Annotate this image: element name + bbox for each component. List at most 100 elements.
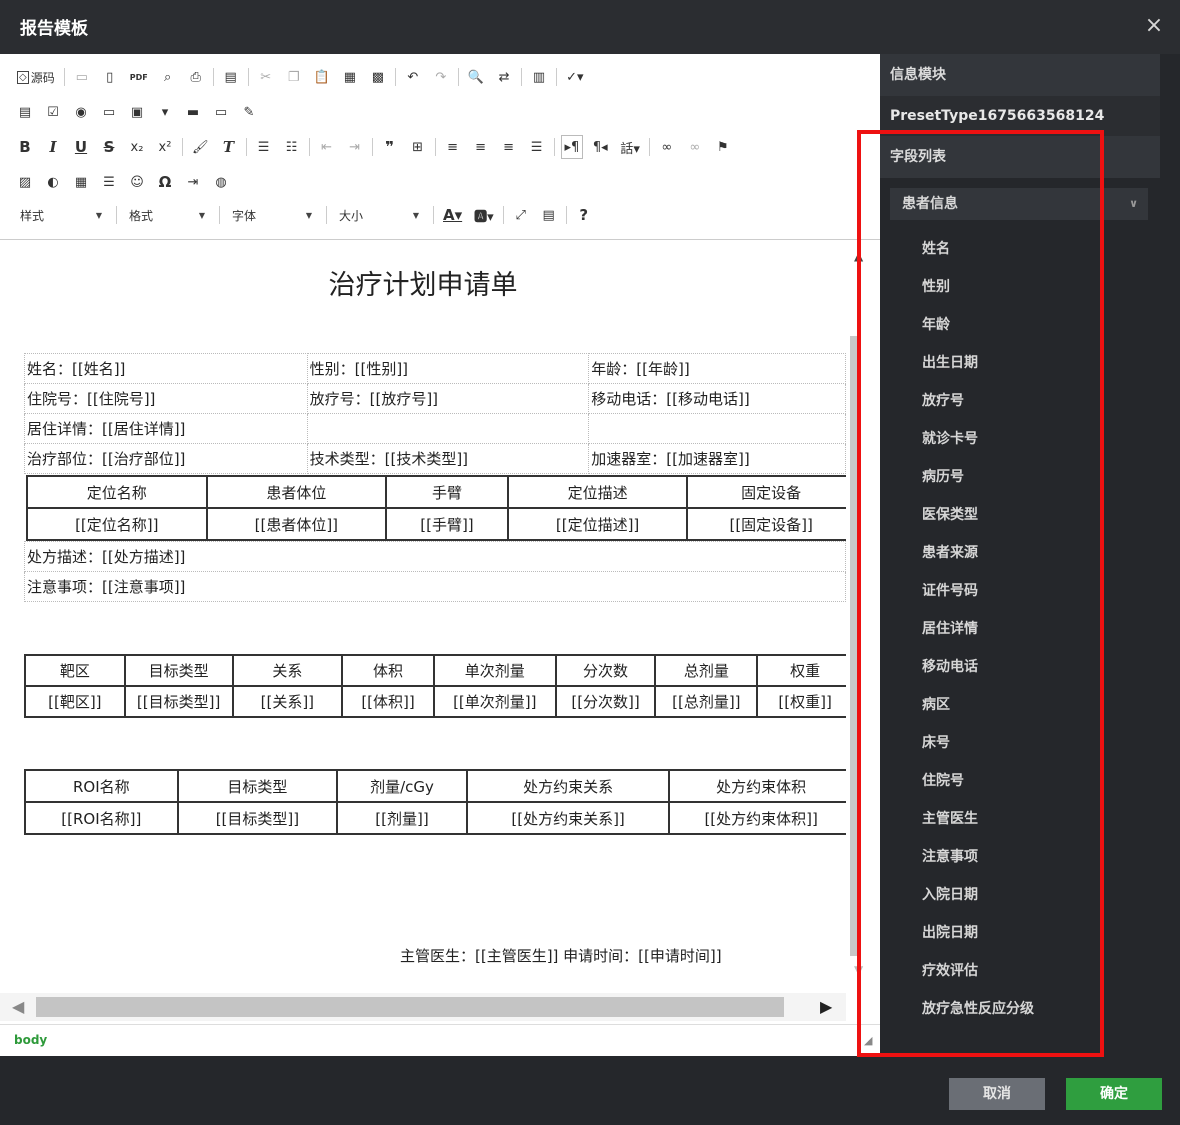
field-item[interactable]: 证件号码 [880,572,1160,610]
undo-icon[interactable]: ↶ [402,65,424,89]
bulleted-list-icon[interactable]: ☷ [281,135,303,159]
cut-icon[interactable]: ✂ [255,65,277,89]
button-field-icon[interactable]: ▬ [182,100,204,124]
spellcheck-icon[interactable]: ✓▾ [563,65,586,89]
scroll-up-icon[interactable]: ▲ [854,249,863,263]
paste-word-icon[interactable]: ▩ [367,65,389,89]
field-item[interactable]: 出生日期 [880,344,1160,382]
new-page-icon[interactable]: ▯ [99,65,121,89]
copy-icon[interactable]: ❐ [283,65,305,89]
field-item[interactable]: 注意事项 [880,838,1160,876]
element-path[interactable]: body [14,1033,47,1047]
field-item[interactable]: 医保类型 [880,496,1160,534]
field-group-select[interactable]: 患者信息 ∨ [890,188,1148,220]
size-combo[interactable]: 大小 ▼ [333,204,423,226]
select-field-icon[interactable]: ▾ [154,100,176,124]
select-all-icon[interactable]: ▥ [528,65,550,89]
preset-type-item[interactable]: PresetType1675663568124 [880,96,1160,136]
italic-icon[interactable]: I [42,135,64,159]
textfield-icon[interactable]: ▭ [98,100,120,124]
close-icon[interactable]: × [1142,14,1166,38]
align-justify-icon[interactable]: ☰ [526,135,548,159]
field-item[interactable]: 性别 [880,268,1160,306]
remove-format-icon[interactable]: T [218,135,240,159]
blockquote-icon[interactable]: ❞ [379,135,401,159]
find-icon[interactable]: 🔍 [465,65,487,89]
save-icon[interactable]: ▭ [71,65,93,89]
show-blocks-icon[interactable]: ▤ [538,203,560,227]
vertical-scrollbar[interactable]: ▲ ▼ [846,241,880,993]
scroll-thumb[interactable] [850,336,858,956]
special-char-icon[interactable]: Ω [154,170,176,194]
field-item[interactable]: 移动电话 [880,648,1160,686]
confirm-button[interactable]: 确定 [1066,1078,1162,1110]
pdf-icon[interactable]: PDF [127,65,151,89]
align-right-icon[interactable]: ≡ [498,135,520,159]
align-left-icon[interactable]: ≡ [442,135,464,159]
field-item[interactable]: 主管医生 [880,800,1160,838]
anchor-flag-icon[interactable]: ⚑ [712,135,734,159]
field-item[interactable]: 病历号 [880,458,1160,496]
style-combo[interactable]: 样式 ▼ [14,204,106,226]
help-icon[interactable]: ? [573,203,595,227]
numbered-list-icon[interactable]: ☰ [253,135,275,159]
iframe-icon[interactable]: ◍ [210,170,232,194]
language-icon[interactable]: 話▾ [617,135,643,159]
radio-icon[interactable]: ◉ [70,100,92,124]
field-item[interactable]: 放疗号 [880,382,1160,420]
table-icon[interactable]: ▦ [70,170,92,194]
paste-icon[interactable]: 📋 [311,65,333,89]
editor-content[interactable]: 治疗计划申请单 姓名：[[姓名]] 性别：[[性别]] 年龄：[[年龄]] 住院… [0,241,846,993]
indent-icon[interactable]: ⇥ [344,135,366,159]
horizontal-scrollbar[interactable]: ◀ ▶ [0,993,846,1021]
templates-icon[interactable]: ▤ [220,65,242,89]
link-icon[interactable]: ∞ [656,135,678,159]
flash-icon[interactable]: ◐ [42,170,64,194]
font-combo[interactable]: 字体 ▼ [226,204,316,226]
bold-icon[interactable]: B [14,135,36,159]
maximize-icon[interactable]: ⤢ [510,203,532,227]
field-item[interactable]: 患者来源 [880,534,1160,572]
textarea-icon[interactable]: ▣ [126,100,148,124]
rtl-icon[interactable]: ¶◂ [589,135,611,159]
scroll-left-icon[interactable]: ◀ [12,997,24,1016]
text-color-icon[interactable]: A▾ [440,203,465,227]
superscript-icon[interactable]: x² [154,135,176,159]
smiley-icon[interactable]: ☺ [126,170,148,194]
redo-icon[interactable]: ↷ [430,65,452,89]
field-item[interactable]: 姓名 [880,230,1160,268]
cancel-button[interactable]: 取消 [949,1078,1045,1110]
field-item[interactable]: 住院号 [880,762,1160,800]
image-button-icon[interactable]: ▭ [210,100,232,124]
horizontal-rule-icon[interactable]: ☰ [98,170,120,194]
field-item[interactable]: 居住详情 [880,610,1160,648]
format-combo[interactable]: 格式 ▼ [123,204,209,226]
paste-text-icon[interactable]: ▦ [339,65,361,89]
scroll-down-icon[interactable]: ▼ [854,963,863,977]
resize-grip-icon[interactable]: ◢ [864,1034,878,1048]
page-break-icon[interactable]: ⇥ [182,170,204,194]
print-icon[interactable]: ⎙ [185,65,207,89]
preview-icon[interactable]: ⌕ [157,65,179,89]
div-container-icon[interactable]: ⊞ [407,135,429,159]
unlink-icon[interactable]: ∞ [684,135,706,159]
image-icon[interactable]: ▨ [14,170,36,194]
copy-format-icon[interactable]: 🖌 [189,135,212,159]
align-center-icon[interactable]: ≡ [470,135,492,159]
field-item[interactable]: 就诊卡号 [880,420,1160,458]
subscript-icon[interactable]: x₂ [126,135,148,159]
replace-icon[interactable]: ⇄ [493,65,515,89]
form-icon[interactable]: ▤ [14,100,36,124]
field-item[interactable]: 疗效评估 [880,952,1160,990]
underline-icon[interactable]: U [70,135,92,159]
field-item[interactable]: 入院日期 [880,876,1160,914]
source-button[interactable]: ◇ 源码 [14,65,58,89]
bg-color-icon[interactable]: 🅰▾ [471,203,497,227]
field-item[interactable]: 年龄 [880,306,1160,344]
strike-icon[interactable]: S [98,135,120,159]
field-item[interactable]: 放疗急性反应分级 [880,990,1160,1028]
field-item[interactable]: 出院日期 [880,914,1160,952]
outdent-icon[interactable]: ⇤ [316,135,338,159]
ltr-icon[interactable]: ▸¶ [560,135,584,159]
scroll-right-icon[interactable]: ▶ [820,997,832,1016]
